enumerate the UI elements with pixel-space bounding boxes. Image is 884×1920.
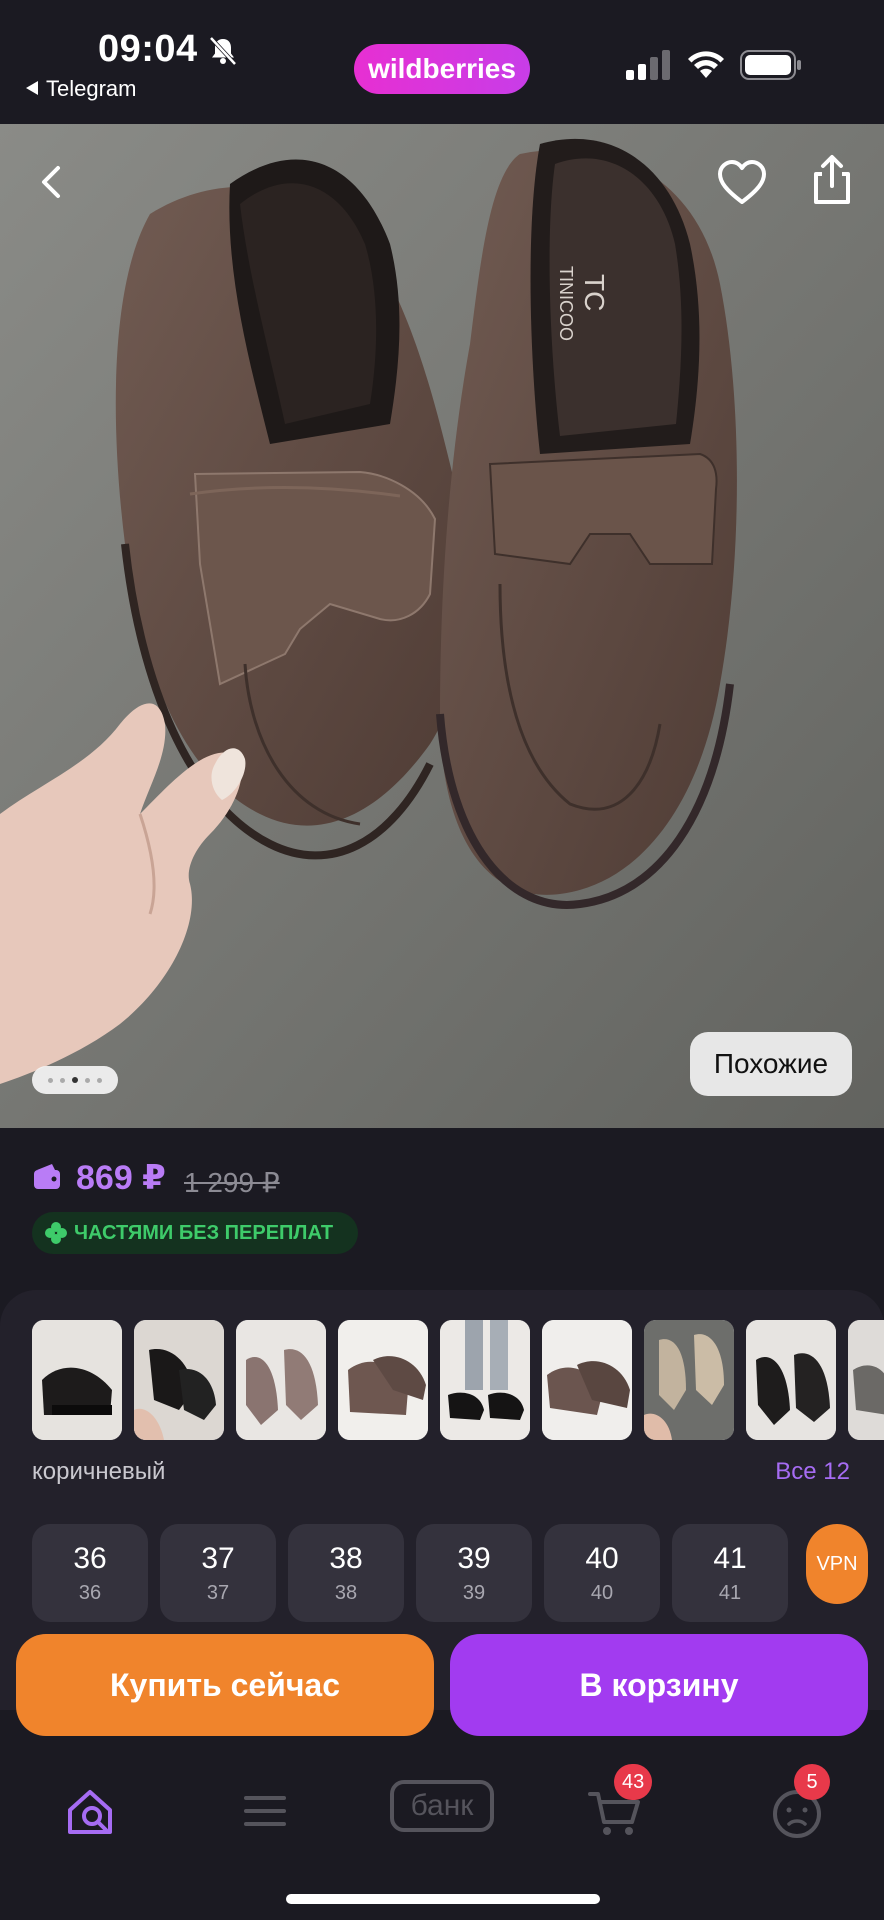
size-sub-label: 40 [590,1581,614,1604]
wifi-icon [688,51,724,78]
brand-logo: wildberries [354,44,530,94]
mute-bell-icon [209,36,237,66]
current-price: 869 ₽ [76,1159,166,1197]
vpn-badge[interactable]: VPN [806,1524,868,1604]
battery-icon [740,50,801,80]
home-indicator [286,1894,600,1904]
color-thumbnail[interactable] [338,1320,428,1440]
size-label: 39 [457,1541,491,1575]
cellular-signal-icon [626,50,670,80]
status-bar: 09:04 Telegram wildberries [0,0,884,124]
product-image-gallery[interactable]: TC TINICOO Похожие [0,124,884,1128]
size-option[interactable]: 39 39 [416,1524,532,1622]
profile-notification-badge: 5 [794,1764,830,1800]
clover-icon [45,1222,67,1244]
add-to-cart-button[interactable]: В корзину [450,1634,868,1736]
size-option[interactable]: 36 36 [32,1524,148,1622]
size-option[interactable]: 41 41 [672,1524,788,1622]
size-option[interactable]: 40 40 [544,1524,660,1622]
color-thumbnail[interactable] [134,1320,224,1440]
pagination-dot [97,1077,102,1083]
pagination-dot [85,1077,90,1083]
bank-tab-label: банк [410,1789,474,1822]
back-app-label: Telegram [46,76,137,101]
color-thumbnail[interactable] [542,1320,632,1440]
installments-badge[interactable]: ЧАСТЯМИ БЕЗ ПЕРЕПЛАТ [32,1212,358,1254]
selected-color-label: коричневый [32,1458,166,1485]
color-thumbnail[interactable] [236,1320,326,1440]
size-label: 41 [713,1541,747,1575]
color-thumbnail[interactable] [644,1320,734,1440]
profile-tab[interactable]: 5 [762,1764,832,1846]
color-thumbnail[interactable] [32,1320,122,1440]
wallet-icon [34,1164,60,1189]
favorite-heart-icon[interactable] [712,154,772,214]
price-section: 869 ₽ 1 299 ₽ ЧАСТЯМИ БЕЗ ПЕРЕПЛАТ [0,1128,884,1278]
size-option[interactable]: 38 38 [288,1524,404,1622]
cart-tab[interactable]: 43 [580,1764,653,1846]
back-to-app-link[interactable]: Telegram [26,76,136,102]
size-sub-label: 38 [334,1581,358,1604]
size-label: 40 [585,1541,619,1575]
pagination-dot [48,1077,53,1083]
size-sub-label: 36 [78,1581,102,1604]
color-thumbnail[interactable] [848,1320,884,1440]
insole-brand: TINICOO [556,266,576,341]
color-thumbnail[interactable] [746,1320,836,1440]
gallery-pagination [32,1066,118,1094]
clock: 09:04 [98,28,198,70]
catalog-menu-icon[interactable] [230,1776,300,1846]
similar-button[interactable]: Похожие [690,1032,852,1096]
pagination-dot-active [72,1077,78,1083]
back-triangle-icon [26,81,38,95]
pagination-dot [60,1077,65,1083]
cart-count-badge: 43 [614,1764,653,1800]
installments-label: ЧАСТЯМИ БЕЗ ПЕРЕПЛАТ [74,1221,334,1244]
buy-now-button[interactable]: Купить сейчас [16,1634,434,1736]
size-sub-label: 41 [718,1581,742,1604]
size-option[interactable]: 37 37 [160,1524,276,1622]
all-variants-link[interactable]: Все 12 [775,1458,850,1486]
size-label: 36 [73,1541,107,1575]
size-label: 37 [201,1541,235,1575]
size-selector: 36 36 37 37 38 38 39 39 40 40 41 41 [32,1524,788,1622]
old-price: 1 299 ₽ [184,1167,280,1198]
share-icon[interactable] [802,150,862,210]
insole-logo: TC [579,274,610,311]
product-photo: TC TINICOO [0,124,884,1128]
home-search-icon[interactable] [56,1776,126,1846]
size-sub-label: 39 [462,1581,486,1604]
size-label: 38 [329,1541,363,1575]
color-thumbnail[interactable] [440,1320,530,1440]
back-chevron-icon[interactable] [22,152,82,212]
size-sub-label: 37 [206,1581,230,1604]
bank-tab[interactable]: банк [390,1780,494,1832]
color-thumbnails[interactable] [32,1320,884,1440]
